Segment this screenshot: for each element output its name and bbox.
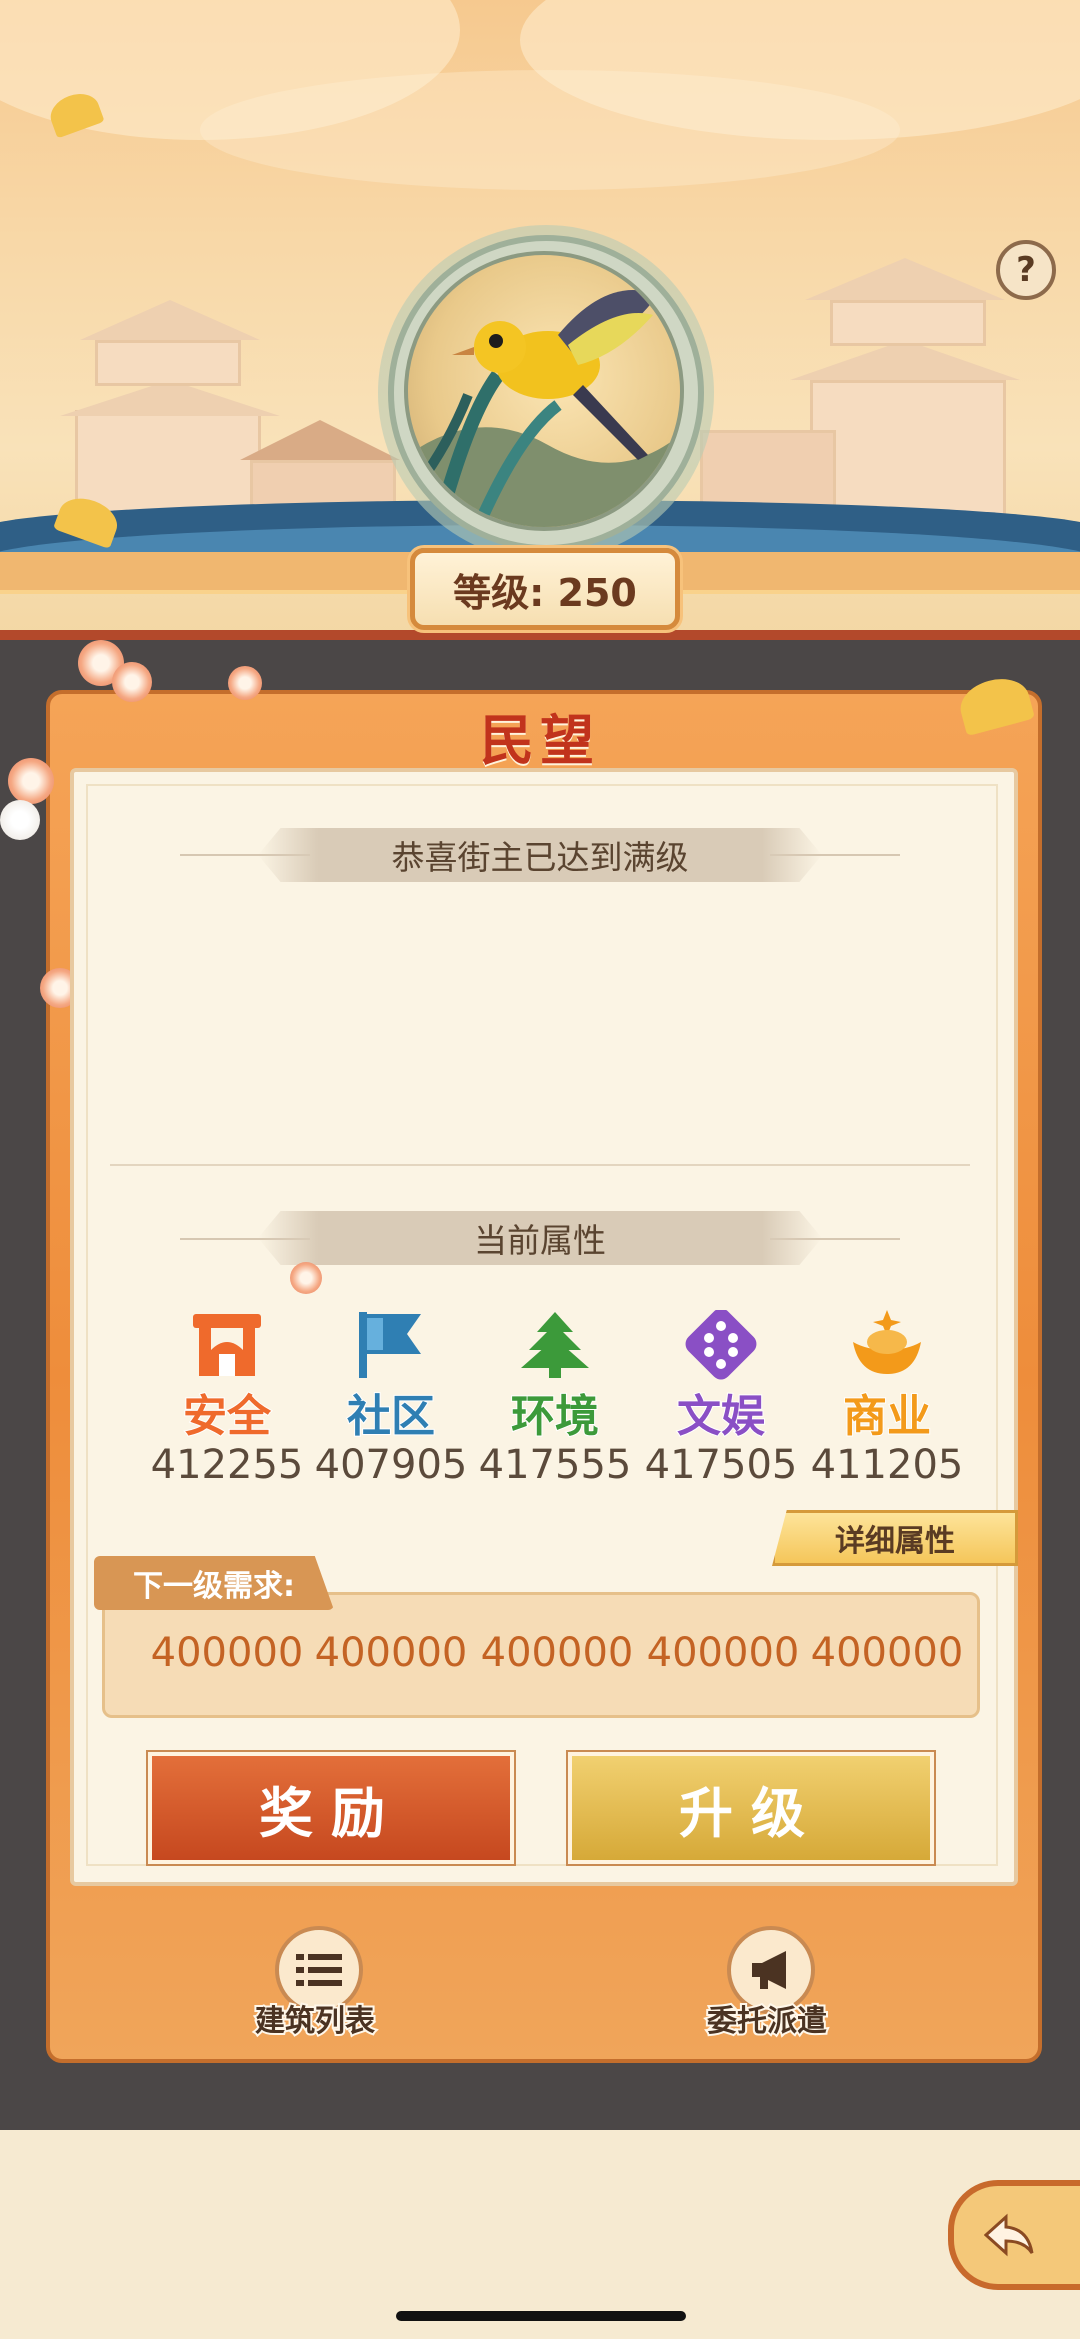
panel-title: 民望: [480, 708, 600, 772]
attribute-community: 社区 407905: [315, 1310, 467, 1490]
attribute-name: 商业: [842, 1390, 932, 1443]
section-divider: [110, 1164, 970, 1166]
flag-icon: [351, 1310, 431, 1380]
plum-blossom-icon: [8, 758, 54, 804]
attribute-value: 412255: [150, 1442, 304, 1488]
reward-label: 奖励: [259, 1781, 403, 1845]
attribute-name: 环境: [510, 1390, 600, 1443]
reward-button[interactable]: 奖励: [148, 1752, 514, 1864]
header-bottom-line: [0, 630, 1080, 640]
back-arrow-icon[interactable]: [948, 2180, 1080, 2290]
attribute-entertainment: 文娱 417505: [645, 1308, 797, 1490]
requirement-value: 400000: [314, 1630, 468, 1676]
attribute-value: 417505: [644, 1442, 798, 1488]
plum-blossom-icon: [290, 1262, 322, 1294]
gate-icon: [187, 1310, 267, 1380]
current-attributes-ribbon: 当前属性: [258, 1211, 822, 1265]
next-level-text: 下一级需求:: [133, 1569, 295, 1604]
dispatch-button[interactable]: 委托派遣: [682, 1926, 852, 2046]
oriole-bird-icon[interactable]: [404, 251, 684, 531]
detail-attributes-button[interactable]: 详细属性: [772, 1510, 1018, 1566]
ingot-icon: [847, 1310, 927, 1380]
attribute-value: 411205: [810, 1442, 964, 1488]
plum-blossom-icon: [228, 666, 262, 700]
next-level-label: 下一级需求:: [94, 1556, 334, 1610]
home-indicator: [396, 2311, 686, 2321]
requirement-value: 400000: [646, 1630, 800, 1676]
dispatch-label: 委托派遣: [705, 2002, 829, 2041]
building-list-label: 建筑列表: [253, 2002, 377, 2041]
plum-blossom-icon: [112, 662, 152, 702]
attribute-safety: 安全 412255: [151, 1310, 303, 1490]
max-level-ribbon: 恭喜街主已达到满级: [258, 828, 822, 882]
upgrade-label: 升级: [679, 1781, 823, 1845]
current-attributes-title: 当前属性: [474, 1221, 606, 1260]
level-label: 等级: 250: [453, 570, 637, 615]
attribute-commerce: 商业 411205: [811, 1310, 963, 1490]
upgrade-button[interactable]: 升级: [568, 1752, 934, 1864]
requirement-value: 400000: [150, 1630, 304, 1676]
detail-attributes-label: 详细属性: [835, 1524, 955, 1559]
help-symbol: ?: [1016, 250, 1036, 290]
attribute-name: 安全: [182, 1390, 272, 1443]
attribute-name: 社区: [346, 1390, 436, 1443]
dice-icon: [681, 1308, 761, 1380]
max-level-message: 恭喜街主已达到满级: [391, 838, 689, 877]
attribute-name: 文娱: [676, 1390, 766, 1443]
help-icon[interactable]: ?: [996, 240, 1056, 300]
requirement-value: 400000: [480, 1630, 634, 1676]
level-badge: 等级: 250: [410, 548, 680, 630]
tree-icon: [515, 1310, 595, 1380]
bottom-area: [0, 2130, 1080, 2339]
attribute-value: 417555: [478, 1442, 632, 1488]
building-list-button[interactable]: 建筑列表: [230, 1926, 400, 2046]
attribute-value: 407905: [314, 1442, 468, 1488]
attribute-environment: 环境 417555: [479, 1310, 631, 1490]
panel-title-banner: 民望: [330, 690, 750, 780]
plum-blossom-icon: [0, 800, 40, 840]
requirement-value: 400000: [810, 1630, 964, 1676]
